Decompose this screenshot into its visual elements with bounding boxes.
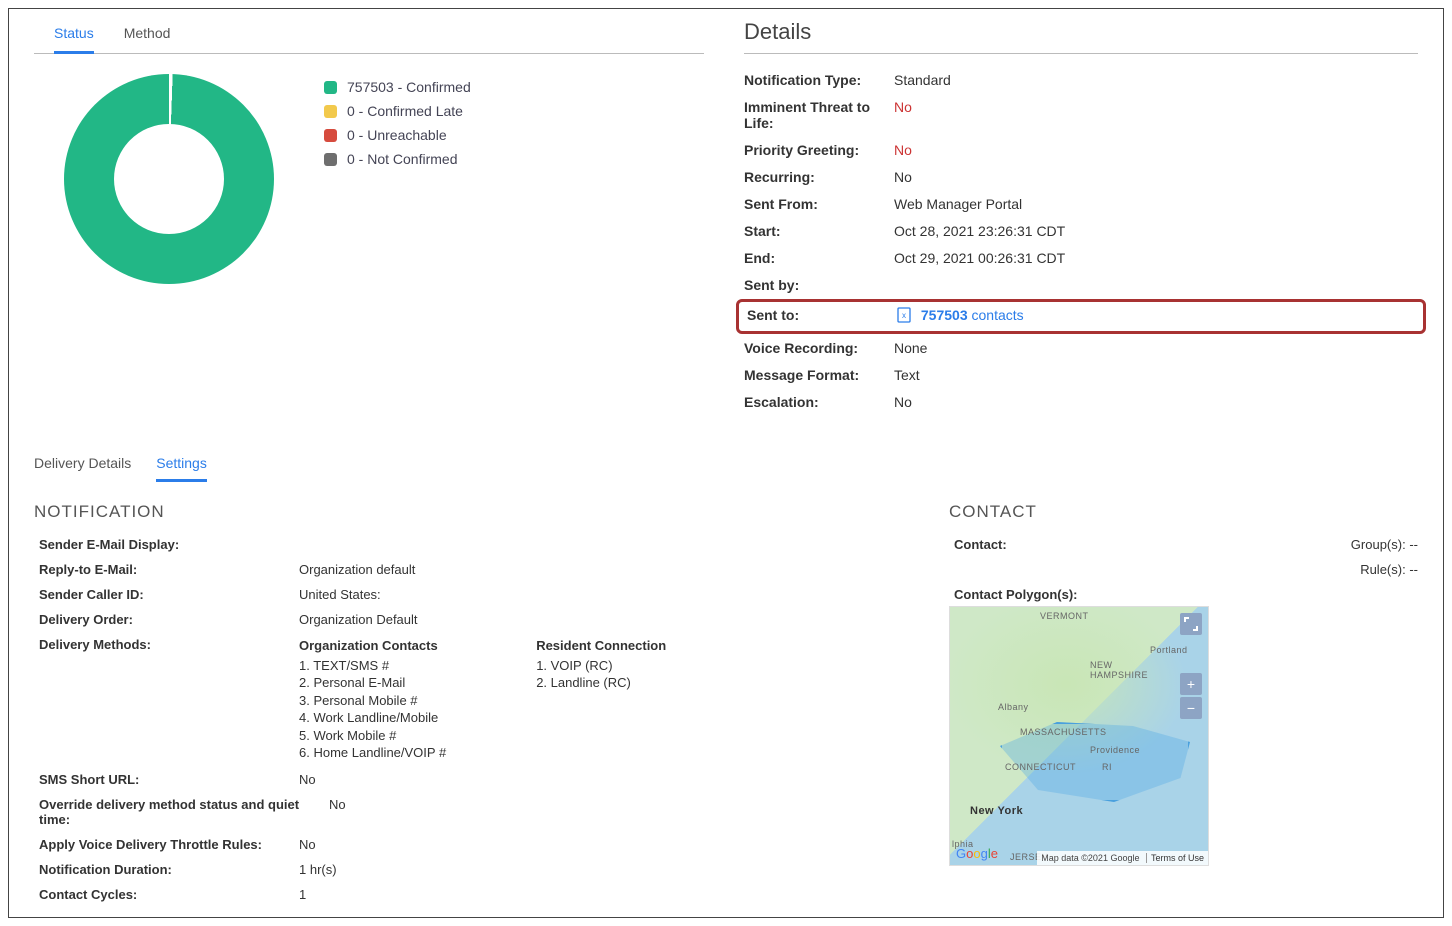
legend-label: 0 - Not Confirmed <box>347 151 457 167</box>
chart-legend: 757503 - Confirmed 0 - Confirmed Late 0 … <box>324 79 471 175</box>
detail-message-format: Message Format: Text <box>744 367 1418 383</box>
map-place: RI <box>1102 762 1112 772</box>
detail-escalation: Escalation: No <box>744 394 1418 410</box>
setting-override: Override delivery method status and quie… <box>34 797 889 827</box>
swatch-gray <box>324 153 337 166</box>
tab-status[interactable]: Status <box>54 19 94 54</box>
notification-heading: NOTIFICATION <box>34 502 889 522</box>
sent-to-count-link[interactable]: 757503 <box>921 307 968 323</box>
legend-confirmed-late[interactable]: 0 - Confirmed Late <box>324 103 471 119</box>
map-place: CONNECTICUT <box>1005 762 1076 772</box>
map-place: Portland <box>1150 645 1188 655</box>
legend-confirmed[interactable]: 757503 - Confirmed <box>324 79 471 95</box>
detail-voice-recording: Voice Recording: None <box>744 340 1418 356</box>
contact-polygon-map[interactable]: VERMONT NEW HAMPSHIRE Portland Albany MA… <box>949 606 1209 866</box>
zoom-out-icon[interactable]: − <box>1180 697 1202 719</box>
lower-tabs: Delivery Details Settings <box>34 451 1418 482</box>
detail-priority-greeting: Priority Greeting: No <box>744 142 1418 158</box>
terms-link[interactable]: Terms of Use <box>1146 853 1204 863</box>
setting-throttle: Apply Voice Delivery Throttle Rules: No <box>34 837 889 852</box>
tab-delivery-details[interactable]: Delivery Details <box>34 451 131 482</box>
resident-connection-list: Resident Connection 1. VOIP (RC) 2. Land… <box>536 637 666 762</box>
map-attribution: Map data ©2021 Google Terms of Use <box>1037 851 1208 865</box>
contact-row: Contact: Group(s): -- <box>949 537 1418 552</box>
setting-sender-email: Sender E-Mail Display: <box>34 537 889 552</box>
contact-heading: CONTACT <box>949 502 1418 522</box>
map-place: Providence <box>1090 745 1140 755</box>
detail-start: Start: Oct 28, 2021 23:26:31 CDT <box>744 223 1418 239</box>
legend-not-confirmed[interactable]: 0 - Not Confirmed <box>324 151 471 167</box>
legend-unreachable[interactable]: 0 - Unreachable <box>324 127 471 143</box>
status-panel: Status Method 757503 - Confirmed 0 - Con… <box>34 19 704 421</box>
google-logo: Google <box>956 846 998 861</box>
detail-recurring: Recurring: No <box>744 169 1418 185</box>
swatch-green <box>324 81 337 94</box>
setting-duration: Notification Duration: 1 hr(s) <box>34 862 889 877</box>
export-icon[interactable]: x <box>897 307 911 326</box>
map-place: NEW HAMPSHIRE <box>1090 660 1148 680</box>
tab-method[interactable]: Method <box>124 19 171 53</box>
setting-cycles: Contact Cycles: 1 <box>34 887 889 902</box>
polygon-heading: Contact Polygon(s): <box>949 587 1418 602</box>
swatch-red <box>324 129 337 142</box>
svg-text:x: x <box>902 311 906 320</box>
fullscreen-icon[interactable] <box>1180 613 1202 635</box>
map-place: MASSACHUSETTS <box>1020 727 1107 737</box>
swatch-yellow <box>324 105 337 118</box>
status-donut-chart <box>64 74 274 284</box>
setting-sms-short-url: SMS Short URL: No <box>34 772 889 787</box>
sent-to-contacts-link[interactable]: contacts <box>972 307 1024 323</box>
detail-notification-type: Notification Type: Standard <box>744 72 1418 88</box>
contact-section: CONTACT Contact: Group(s): -- Rule(s): -… <box>949 502 1418 912</box>
legend-label: 0 - Confirmed Late <box>347 103 463 119</box>
setting-reply-to: Reply-to E-Mail: Organization default <box>34 562 889 577</box>
detail-sent-to: Sent to: x 757503 contacts <box>747 307 1415 326</box>
top-tabs: Status Method <box>34 19 704 54</box>
sent-to-highlight: Sent to: x 757503 contacts <box>736 299 1426 334</box>
legend-label: 757503 - Confirmed <box>347 79 471 95</box>
detail-imminent-threat: Imminent Threat to Life: No <box>744 99 1418 131</box>
detail-sent-by: Sent by: <box>744 277 1418 293</box>
details-heading: Details <box>744 19 1418 54</box>
setting-caller-id: Sender Caller ID: United States: <box>34 587 889 602</box>
rules-row: Rule(s): -- <box>949 562 1418 577</box>
setting-delivery-order: Delivery Order: Organization Default <box>34 612 889 627</box>
tab-settings[interactable]: Settings <box>156 451 207 482</box>
details-panel: Details Notification Type: Standard Immi… <box>744 19 1418 421</box>
org-contacts-list: Organization Contacts 1. TEXT/SMS # 2. P… <box>299 637 446 762</box>
map-place: New York <box>970 805 1023 817</box>
legend-label: 0 - Unreachable <box>347 127 447 143</box>
detail-sent-from: Sent From: Web Manager Portal <box>744 196 1418 212</box>
map-place: Albany <box>998 702 1029 712</box>
setting-delivery-methods: Delivery Methods: Organization Contacts … <box>34 637 889 762</box>
detail-end: End: Oct 29, 2021 00:26:31 CDT <box>744 250 1418 266</box>
zoom-in-icon[interactable]: + <box>1180 673 1202 695</box>
map-place: VERMONT <box>1040 611 1089 621</box>
notification-section: NOTIFICATION Sender E-Mail Display: Repl… <box>34 502 889 912</box>
